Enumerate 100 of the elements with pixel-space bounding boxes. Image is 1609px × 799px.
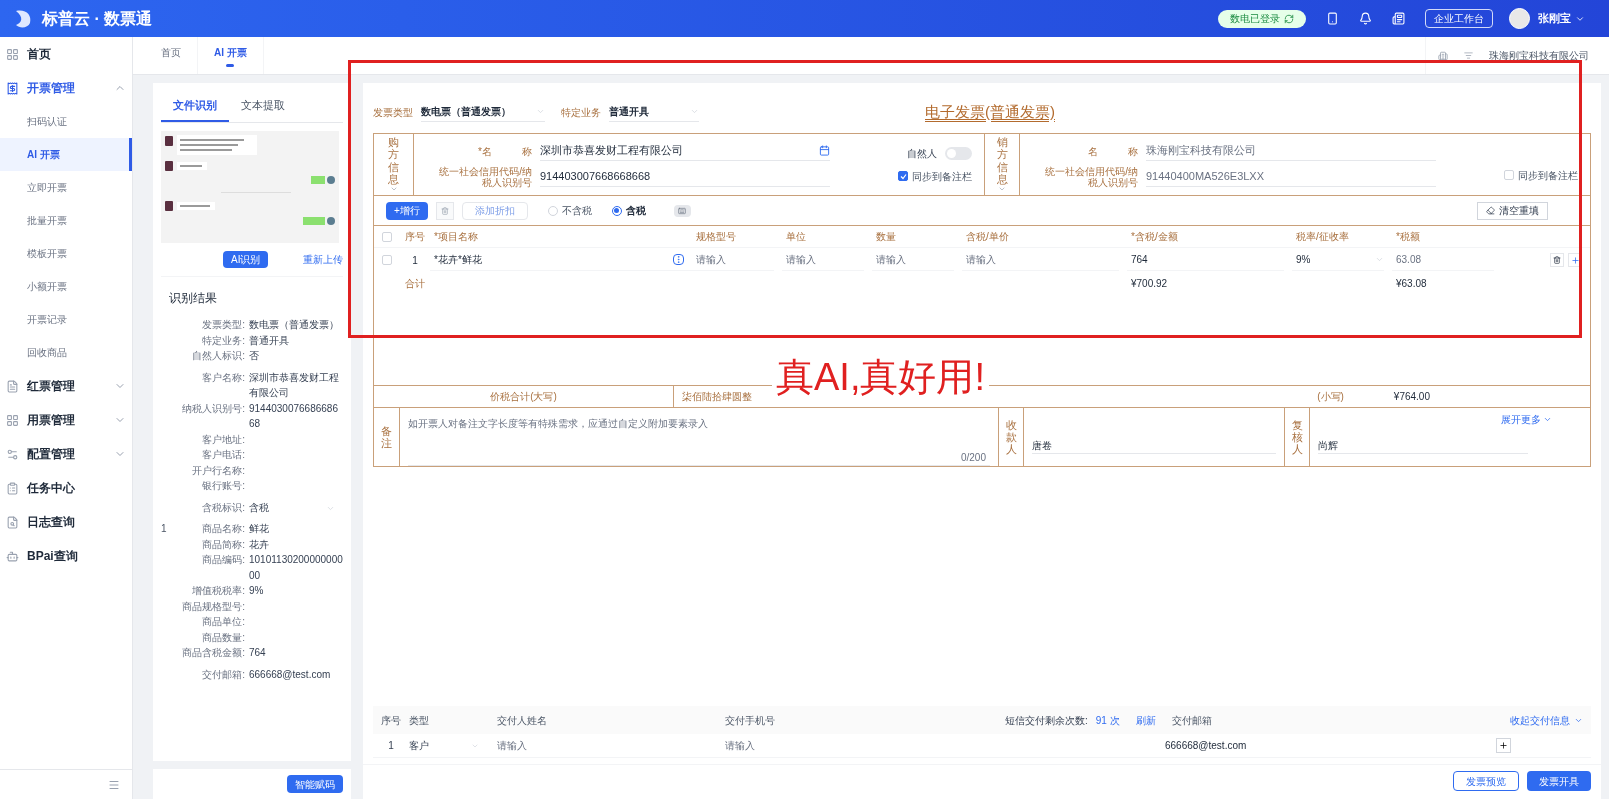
tax-id-field[interactable]: 914403007668668668 (540, 167, 830, 187)
menu-icon[interactable] (108, 778, 120, 791)
reviewer-field[interactable]: 尚辉 (1318, 438, 1528, 454)
sidebar-item[interactable]: 首页 (0, 37, 132, 71)
sidebar-item[interactable]: BPai查询 (0, 539, 132, 573)
input-field[interactable]: 请输入 (962, 249, 1119, 271)
field-value: 666668@test.com (249, 667, 331, 682)
sms-label: 短信交付剩余次数: (1005, 713, 1088, 728)
natural-person-switch[interactable] (945, 146, 972, 160)
app-title: 标普云 · 数票通 (42, 8, 153, 29)
page-tab[interactable]: 首页 (145, 37, 198, 74)
radio-label: 含税 (625, 204, 646, 218)
sidebar-item[interactable]: 日志查询 (0, 505, 132, 539)
ai-recognize-button[interactable]: AI识别 (223, 251, 269, 268)
sidebar-item[interactable]: 用票管理 (0, 403, 132, 437)
delete-button[interactable] (435, 201, 454, 220)
tax-id-field[interactable]: 91440400MA526E3LXX (1146, 167, 1436, 187)
field-label: 增值税税率: (191, 584, 245, 598)
name-field[interactable]: 深圳市恭喜发财工程有限公司 (540, 141, 830, 161)
document-icon[interactable] (1392, 12, 1405, 25)
total-label: 合计 (404, 276, 426, 291)
delete-row-button[interactable] (1550, 253, 1564, 267)
panel-tab[interactable]: 文本提取 (229, 91, 297, 122)
payee-field[interactable]: 唐卷 (1032, 438, 1276, 454)
clear-button[interactable]: 清空重填 (1477, 201, 1548, 220)
sidebar-subitem[interactable]: AI 开票 (0, 138, 132, 171)
refresh-link[interactable]: 刷新 (1135, 712, 1156, 728)
file-search-icon (6, 515, 19, 529)
sidebar-subitem[interactable]: 扫码认证 (0, 105, 132, 138)
sidebar-item[interactable]: 红票管理 (0, 369, 132, 403)
smart-code-button[interactable]: 智能赋码 (287, 775, 343, 793)
field-label: 商品数量: (201, 630, 245, 645)
type-select[interactable]: 客户 (409, 738, 479, 753)
input-field[interactable]: 请输入 (872, 249, 954, 271)
preview-button[interactable]: 发票预览 (1453, 771, 1519, 791)
item-name-field[interactable]: *花卉*鲜花 (430, 252, 673, 267)
name-field[interactable]: 珠海刚宝科技有限公司 (1146, 141, 1436, 161)
list-icon[interactable] (1464, 51, 1473, 60)
notification-icon[interactable] (1359, 12, 1372, 25)
sync-label: 同步到备注栏 (1518, 168, 1578, 183)
tax-rate-select[interactable]: 9% (1292, 249, 1384, 271)
issue-button[interactable]: 发票开具 (1527, 771, 1591, 791)
result-title: 识别结果 (168, 291, 217, 305)
radio-label: 不含税 (561, 204, 592, 218)
sidebar-subitem[interactable]: 小额开票 (0, 270, 132, 303)
robot-icon (6, 549, 19, 563)
add-row-button[interactable]: +增行 (386, 201, 428, 220)
add-discount-button[interactable]: 添加折扣 (461, 201, 528, 220)
page-tab[interactable]: AI 开票 (198, 37, 264, 74)
input-field[interactable]: 请输入 (692, 249, 774, 271)
field-value: 1010113020000000000 (249, 553, 343, 583)
user-name[interactable]: 张刚宝 (1538, 10, 1571, 27)
phone-icon[interactable] (1326, 12, 1339, 25)
collapse-link[interactable]: 收起交付信息 (1510, 712, 1583, 728)
phone-field[interactable]: 请输入 (725, 738, 1165, 753)
sidebar-item[interactable]: 任务中心 (0, 471, 132, 505)
total-lower-label: (小写) (1317, 390, 1344, 404)
invoice-type-select[interactable]: 数电票（普通发票） (421, 102, 545, 122)
grid-icon (6, 47, 19, 61)
caret-icon (1375, 255, 1384, 264)
sync-checkbox[interactable] (898, 171, 908, 181)
add-row-icon[interactable] (1568, 253, 1582, 267)
sidebar-item[interactable]: 配置管理 (0, 437, 132, 471)
workspace-button[interactable]: 企业工作台 (1425, 9, 1493, 28)
business-select[interactable]: 普通开具 (609, 102, 699, 122)
column-header: 单位 (785, 230, 807, 244)
email-field[interactable]: 666668@test.com (1165, 738, 1247, 753)
select-all-checkbox[interactable] (382, 231, 392, 242)
total-tax: ¥63.08 (1395, 276, 1428, 291)
more-icon[interactable] (673, 254, 684, 265)
keyboard-icon[interactable] (673, 204, 691, 217)
reupload-link[interactable]: 重新上传 (303, 252, 343, 267)
expand-more-link[interactable]: 展开更多 (1501, 412, 1552, 427)
clipboard-icon (6, 481, 19, 495)
panel-tab[interactable]: 文件识别 (161, 91, 229, 122)
company-name[interactable]: 珠海刚宝科技有限公司 (1489, 48, 1589, 63)
sidebar-item[interactable]: 开票管理 (0, 71, 132, 105)
column-header: *项目名称 (433, 230, 479, 244)
sidebar-subitem[interactable]: 立即开票 (0, 171, 132, 204)
trash-icon (440, 206, 449, 215)
field-value: 9% (249, 584, 264, 598)
tax-field[interactable]: 63.08 (1392, 249, 1494, 271)
remark-field[interactable]: 如开票人对备注文字长度等有特殊需求，应通过自定义附加要素录入 (408, 416, 990, 431)
status-badge[interactable]: 数电已登录 (1218, 9, 1306, 28)
sidebar-subitem[interactable]: 模板开票 (0, 237, 132, 270)
add-delivery-button[interactable] (1496, 738, 1511, 753)
sidebar-subitem[interactable]: 批量开票 (0, 204, 132, 237)
column-header: *税额 (1395, 230, 1421, 244)
refresh-icon (1284, 13, 1294, 24)
row-checkbox[interactable] (382, 255, 392, 265)
input-field[interactable]: 请输入 (782, 249, 864, 271)
amount-field[interactable]: 764 (1127, 249, 1284, 271)
contact-card-icon[interactable] (819, 145, 830, 156)
sidebar-subitem[interactable]: 开票记录 (0, 303, 132, 336)
building-icon (1438, 50, 1448, 61)
name-field[interactable]: 请输入 (497, 738, 725, 753)
total-amount: ¥700.92 (1130, 276, 1169, 291)
sidebar-subitem[interactable]: 回收商品 (0, 336, 132, 369)
column-header: 序号 (404, 230, 426, 244)
avatar (1509, 8, 1530, 29)
